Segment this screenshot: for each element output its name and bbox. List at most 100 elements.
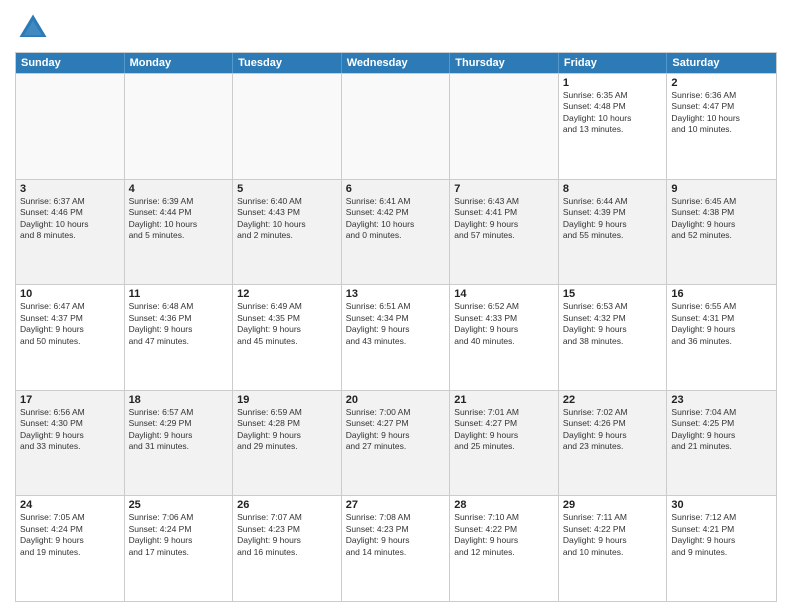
day-info: Sunrise: 6:57 AM Sunset: 4:29 PM Dayligh… xyxy=(129,407,229,453)
header-day-wednesday: Wednesday xyxy=(342,53,451,73)
day-info: Sunrise: 6:37 AM Sunset: 4:46 PM Dayligh… xyxy=(20,196,120,242)
day-number: 11 xyxy=(129,288,229,300)
calendar-cell-6: 6Sunrise: 6:41 AM Sunset: 4:42 PM Daylig… xyxy=(342,180,451,285)
day-number: 19 xyxy=(237,394,337,406)
calendar-cell-23: 23Sunrise: 7:04 AM Sunset: 4:25 PM Dayli… xyxy=(667,391,776,496)
header-day-saturday: Saturday xyxy=(667,53,776,73)
calendar-cell-20: 20Sunrise: 7:00 AM Sunset: 4:27 PM Dayli… xyxy=(342,391,451,496)
calendar-cell-empty-0-2 xyxy=(233,74,342,179)
day-info: Sunrise: 7:00 AM Sunset: 4:27 PM Dayligh… xyxy=(346,407,446,453)
calendar-cell-12: 12Sunrise: 6:49 AM Sunset: 4:35 PM Dayli… xyxy=(233,285,342,390)
day-info: Sunrise: 6:56 AM Sunset: 4:30 PM Dayligh… xyxy=(20,407,120,453)
day-info: Sunrise: 7:11 AM Sunset: 4:22 PM Dayligh… xyxy=(563,512,663,558)
day-number: 18 xyxy=(129,394,229,406)
day-number: 26 xyxy=(237,499,337,511)
day-number: 5 xyxy=(237,183,337,195)
day-info: Sunrise: 6:45 AM Sunset: 4:38 PM Dayligh… xyxy=(671,196,772,242)
calendar-cell-29: 29Sunrise: 7:11 AM Sunset: 4:22 PM Dayli… xyxy=(559,496,668,601)
day-info: Sunrise: 6:39 AM Sunset: 4:44 PM Dayligh… xyxy=(129,196,229,242)
page: SundayMondayTuesdayWednesdayThursdayFrid… xyxy=(0,0,792,612)
day-info: Sunrise: 6:52 AM Sunset: 4:33 PM Dayligh… xyxy=(454,301,554,347)
calendar: SundayMondayTuesdayWednesdayThursdayFrid… xyxy=(15,52,777,602)
day-number: 24 xyxy=(20,499,120,511)
calendar-cell-18: 18Sunrise: 6:57 AM Sunset: 4:29 PM Dayli… xyxy=(125,391,234,496)
day-number: 13 xyxy=(346,288,446,300)
day-info: Sunrise: 6:59 AM Sunset: 4:28 PM Dayligh… xyxy=(237,407,337,453)
calendar-cell-22: 22Sunrise: 7:02 AM Sunset: 4:26 PM Dayli… xyxy=(559,391,668,496)
logo-icon xyxy=(15,10,51,46)
calendar-cell-24: 24Sunrise: 7:05 AM Sunset: 4:24 PM Dayli… xyxy=(16,496,125,601)
day-number: 6 xyxy=(346,183,446,195)
header-day-sunday: Sunday xyxy=(16,53,125,73)
day-info: Sunrise: 7:10 AM Sunset: 4:22 PM Dayligh… xyxy=(454,512,554,558)
calendar-cell-30: 30Sunrise: 7:12 AM Sunset: 4:21 PM Dayli… xyxy=(667,496,776,601)
calendar-cell-9: 9Sunrise: 6:45 AM Sunset: 4:38 PM Daylig… xyxy=(667,180,776,285)
day-number: 17 xyxy=(20,394,120,406)
calendar-cell-1: 1Sunrise: 6:35 AM Sunset: 4:48 PM Daylig… xyxy=(559,74,668,179)
day-info: Sunrise: 6:47 AM Sunset: 4:37 PM Dayligh… xyxy=(20,301,120,347)
calendar-row-3: 17Sunrise: 6:56 AM Sunset: 4:30 PM Dayli… xyxy=(16,390,776,496)
day-number: 8 xyxy=(563,183,663,195)
day-number: 3 xyxy=(20,183,120,195)
day-info: Sunrise: 6:41 AM Sunset: 4:42 PM Dayligh… xyxy=(346,196,446,242)
day-number: 30 xyxy=(671,499,772,511)
calendar-row-4: 24Sunrise: 7:05 AM Sunset: 4:24 PM Dayli… xyxy=(16,495,776,601)
header-day-thursday: Thursday xyxy=(450,53,559,73)
calendar-cell-empty-0-4 xyxy=(450,74,559,179)
day-info: Sunrise: 6:40 AM Sunset: 4:43 PM Dayligh… xyxy=(237,196,337,242)
day-info: Sunrise: 7:06 AM Sunset: 4:24 PM Dayligh… xyxy=(129,512,229,558)
logo xyxy=(15,10,55,46)
calendar-cell-empty-0-3 xyxy=(342,74,451,179)
day-number: 16 xyxy=(671,288,772,300)
day-number: 25 xyxy=(129,499,229,511)
header-day-tuesday: Tuesday xyxy=(233,53,342,73)
day-info: Sunrise: 6:49 AM Sunset: 4:35 PM Dayligh… xyxy=(237,301,337,347)
day-info: Sunrise: 6:55 AM Sunset: 4:31 PM Dayligh… xyxy=(671,301,772,347)
day-number: 12 xyxy=(237,288,337,300)
calendar-cell-26: 26Sunrise: 7:07 AM Sunset: 4:23 PM Dayli… xyxy=(233,496,342,601)
day-info: Sunrise: 7:01 AM Sunset: 4:27 PM Dayligh… xyxy=(454,407,554,453)
day-info: Sunrise: 7:07 AM Sunset: 4:23 PM Dayligh… xyxy=(237,512,337,558)
header xyxy=(15,10,777,46)
calendar-cell-8: 8Sunrise: 6:44 AM Sunset: 4:39 PM Daylig… xyxy=(559,180,668,285)
calendar-row-1: 3Sunrise: 6:37 AM Sunset: 4:46 PM Daylig… xyxy=(16,179,776,285)
day-info: Sunrise: 6:51 AM Sunset: 4:34 PM Dayligh… xyxy=(346,301,446,347)
header-day-monday: Monday xyxy=(125,53,234,73)
day-info: Sunrise: 6:44 AM Sunset: 4:39 PM Dayligh… xyxy=(563,196,663,242)
day-number: 7 xyxy=(454,183,554,195)
day-info: Sunrise: 7:05 AM Sunset: 4:24 PM Dayligh… xyxy=(20,512,120,558)
calendar-cell-28: 28Sunrise: 7:10 AM Sunset: 4:22 PM Dayli… xyxy=(450,496,559,601)
calendar-cell-25: 25Sunrise: 7:06 AM Sunset: 4:24 PM Dayli… xyxy=(125,496,234,601)
day-number: 1 xyxy=(563,77,663,89)
day-number: 4 xyxy=(129,183,229,195)
day-number: 15 xyxy=(563,288,663,300)
calendar-cell-2: 2Sunrise: 6:36 AM Sunset: 4:47 PM Daylig… xyxy=(667,74,776,179)
day-info: Sunrise: 7:02 AM Sunset: 4:26 PM Dayligh… xyxy=(563,407,663,453)
calendar-cell-13: 13Sunrise: 6:51 AM Sunset: 4:34 PM Dayli… xyxy=(342,285,451,390)
calendar-cell-empty-0-1 xyxy=(125,74,234,179)
header-day-friday: Friday xyxy=(559,53,668,73)
day-info: Sunrise: 6:43 AM Sunset: 4:41 PM Dayligh… xyxy=(454,196,554,242)
calendar-cell-7: 7Sunrise: 6:43 AM Sunset: 4:41 PM Daylig… xyxy=(450,180,559,285)
day-info: Sunrise: 6:35 AM Sunset: 4:48 PM Dayligh… xyxy=(563,90,663,136)
calendar-cell-19: 19Sunrise: 6:59 AM Sunset: 4:28 PM Dayli… xyxy=(233,391,342,496)
day-number: 29 xyxy=(563,499,663,511)
day-number: 20 xyxy=(346,394,446,406)
day-number: 14 xyxy=(454,288,554,300)
day-info: Sunrise: 6:36 AM Sunset: 4:47 PM Dayligh… xyxy=(671,90,772,136)
calendar-cell-11: 11Sunrise: 6:48 AM Sunset: 4:36 PM Dayli… xyxy=(125,285,234,390)
calendar-cell-empty-0-0 xyxy=(16,74,125,179)
calendar-cell-15: 15Sunrise: 6:53 AM Sunset: 4:32 PM Dayli… xyxy=(559,285,668,390)
day-number: 22 xyxy=(563,394,663,406)
calendar-row-0: 1Sunrise: 6:35 AM Sunset: 4:48 PM Daylig… xyxy=(16,73,776,179)
calendar-header: SundayMondayTuesdayWednesdayThursdayFrid… xyxy=(16,53,776,73)
calendar-cell-4: 4Sunrise: 6:39 AM Sunset: 4:44 PM Daylig… xyxy=(125,180,234,285)
day-info: Sunrise: 7:04 AM Sunset: 4:25 PM Dayligh… xyxy=(671,407,772,453)
calendar-row-2: 10Sunrise: 6:47 AM Sunset: 4:37 PM Dayli… xyxy=(16,284,776,390)
day-info: Sunrise: 7:12 AM Sunset: 4:21 PM Dayligh… xyxy=(671,512,772,558)
calendar-cell-17: 17Sunrise: 6:56 AM Sunset: 4:30 PM Dayli… xyxy=(16,391,125,496)
day-info: Sunrise: 6:53 AM Sunset: 4:32 PM Dayligh… xyxy=(563,301,663,347)
calendar-cell-3: 3Sunrise: 6:37 AM Sunset: 4:46 PM Daylig… xyxy=(16,180,125,285)
calendar-cell-5: 5Sunrise: 6:40 AM Sunset: 4:43 PM Daylig… xyxy=(233,180,342,285)
day-info: Sunrise: 6:48 AM Sunset: 4:36 PM Dayligh… xyxy=(129,301,229,347)
